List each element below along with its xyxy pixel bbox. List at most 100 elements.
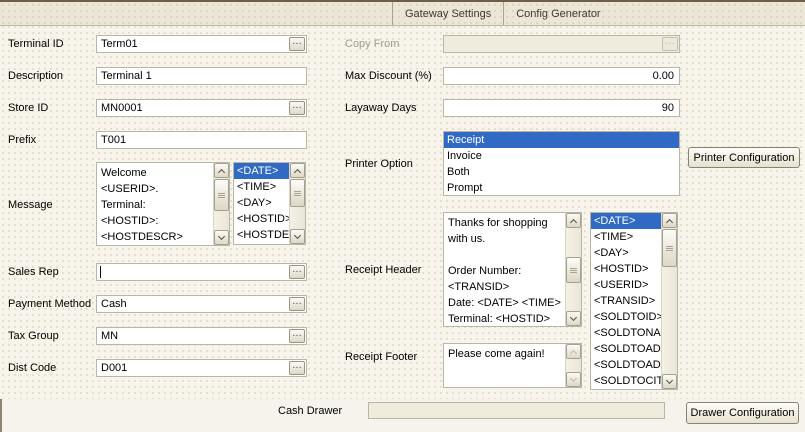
scroll-up-button[interactable] [662,213,677,228]
scroll-track[interactable] [214,179,229,229]
list-item[interactable]: <HOSTDESCR> [234,227,289,243]
message-token-scrollbar[interactable] [289,163,305,244]
dist-code-label: Dist Code [8,362,56,374]
copy-from-label: Copy From [345,38,399,50]
list-item[interactable]: Both [444,164,679,180]
list-item[interactable]: Prompt [444,180,679,195]
chevron-up-icon [570,349,577,356]
sales-rep-field[interactable]: … [96,263,307,281]
scroll-down-button[interactable] [662,374,677,389]
list-item[interactable]: <SOLDTOADDR1> [591,341,661,357]
store-id-value: MN0001 [97,102,306,114]
chevron-up-icon [666,218,673,225]
message-textarea[interactable]: Welcome <USERID>. Terminal: <HOSTID>: <H… [96,162,230,246]
receipt-token-listbox[interactable]: <DATE><TIME><DAY><HOSTID><USERID><TRANSI… [590,212,678,390]
printer-configuration-button[interactable]: Printer Configuration [688,147,800,168]
drawer-configuration-button[interactable]: Drawer Configuration [686,402,799,424]
list-item[interactable]: <DATE> [234,163,289,179]
store-id-label: Store ID [8,102,48,114]
list-item[interactable]: <DATE> [591,213,661,229]
scroll-track[interactable] [566,229,581,310]
message-token-list[interactable]: <DATE><TIME><DAY><HOSTID><HOSTDESCR><USE… [234,163,289,244]
sales-rep-label: Sales Rep [8,266,59,278]
scroll-track[interactable] [662,229,677,373]
copy-from-field: … [443,35,680,53]
list-item[interactable]: <SOLDTOCITY> [591,373,661,389]
payment-method-browse-button[interactable]: … [289,297,305,311]
list-item[interactable]: <HOSTID> [591,261,661,277]
scroll-thumb[interactable] [566,257,581,283]
tab-config-generator[interactable]: Config Generator [503,2,612,25]
receipt-footer-label: Receipt Footer [345,351,417,363]
scroll-up-button[interactable] [566,344,581,359]
receipt-header-label: Receipt Header [345,264,421,276]
store-id-field[interactable]: MN0001 … [96,99,307,117]
scroll-up-button[interactable] [214,163,229,178]
prefix-value: T001 [97,134,306,146]
scroll-track[interactable] [290,179,305,228]
list-item[interactable]: <DAY> [591,245,661,261]
description-field[interactable]: Terminal 1 [96,67,307,85]
scroll-down-button[interactable] [214,230,229,245]
tax-group-label: Tax Group [8,330,59,342]
printer-option-list[interactable]: ReceiptInvoiceBothPrompt [444,132,679,195]
list-item[interactable]: <USERID> [234,243,289,244]
terminal-id-field[interactable]: Term01 … [96,35,307,53]
receipt-header-scrollbar[interactable] [565,213,581,326]
copy-from-browse-button: … [662,37,678,51]
list-item[interactable]: <TIME> [591,229,661,245]
scroll-up-button[interactable] [290,163,305,178]
dist-code-browse-button[interactable]: … [289,361,305,375]
list-item[interactable]: <HOSTID> [234,211,289,227]
text-caret [100,266,101,278]
payment-method-label: Payment Method [8,298,91,310]
scroll-down-button[interactable] [566,311,581,326]
receipt-token-scrollbar[interactable] [661,213,677,389]
scroll-thumb[interactable] [662,229,677,267]
scroll-thumb[interactable] [290,179,305,207]
list-item[interactable]: <SOLDTOADDR2> [591,357,661,373]
sales-rep-browse-button[interactable]: … [289,265,305,279]
chevron-down-icon [218,232,225,239]
list-item[interactable]: <TRANSID> [591,293,661,309]
scroll-down-button[interactable] [566,372,581,387]
message-text: Welcome <USERID>. Terminal: <HOSTID>: <H… [97,163,212,245]
receipt-header-textarea[interactable]: Thanks for shopping with us. Order Numbe… [443,212,582,327]
dist-code-field[interactable]: D001 … [96,359,307,377]
list-item[interactable]: <DAY> [234,195,289,211]
message-scrollbar[interactable] [213,163,229,245]
receipt-header-text: Thanks for shopping with us. Order Numbe… [444,213,564,326]
cash-drawer-field [368,402,665,419]
tax-group-browse-button[interactable]: … [289,329,305,343]
list-item[interactable]: <SOLDTONAME> [591,325,661,341]
prefix-field[interactable]: T001 [96,131,307,149]
tax-group-field[interactable]: MN … [96,327,307,345]
list-item[interactable]: <TIME> [234,179,289,195]
chevron-up-icon [294,168,301,175]
chevron-down-icon [294,231,301,238]
receipt-footer-scrollbar[interactable] [565,344,581,387]
scroll-up-button[interactable] [566,213,581,228]
layaway-days-field[interactable]: 90 [443,99,680,117]
terminal-id-browse-button[interactable]: … [289,37,305,51]
printer-option-listbox[interactable]: ReceiptInvoiceBothPrompt [443,131,680,196]
tab-gateway-settings[interactable]: Gateway Settings [392,2,503,25]
list-item[interactable]: Invoice [444,148,679,164]
scroll-down-button[interactable] [290,229,305,244]
cash-drawer-label: Cash Drawer [278,405,342,417]
list-item[interactable]: <SOLDTOID> [591,309,661,325]
description-label: Description [8,70,63,82]
scroll-thumb[interactable] [214,179,229,211]
terminal-id-value: Term01 [97,38,306,50]
message-token-listbox[interactable]: <DATE><TIME><DAY><HOSTID><HOSTDESCR><USE… [233,162,306,245]
max-discount-field[interactable]: 0.00 [443,67,680,85]
list-item[interactable]: Receipt [444,132,679,148]
list-item[interactable]: <USERID> [591,277,661,293]
description-value: Terminal 1 [97,70,306,82]
receipt-token-list[interactable]: <DATE><TIME><DAY><HOSTID><USERID><TRANSI… [591,213,661,389]
store-id-browse-button[interactable]: … [289,101,305,115]
receipt-footer-textarea[interactable]: Please come again! [443,343,582,388]
layaway-days-label: Layaway Days [345,102,417,114]
receipt-footer-text: Please come again! [444,344,564,387]
payment-method-field[interactable]: Cash … [96,295,307,313]
